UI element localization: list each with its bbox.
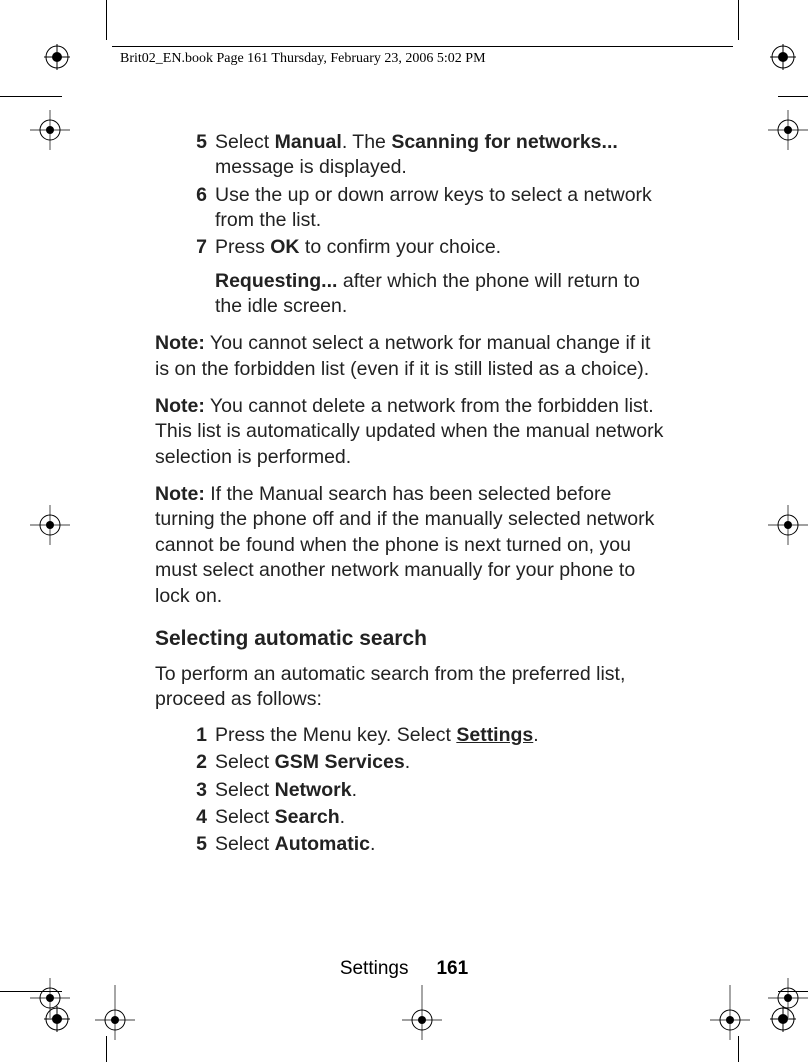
step-text: Select Automatic.	[215, 832, 665, 857]
footer-page-number: 161	[436, 958, 468, 979]
cross-mark-icon	[768, 505, 808, 545]
step-text: Select Search.	[215, 805, 665, 830]
cross-mark-icon	[768, 110, 808, 150]
page-footer: Settings 161	[0, 958, 808, 980]
crop-mark	[738, 0, 739, 40]
step-item: 5 Select Automatic.	[185, 832, 665, 857]
step-number: 6	[185, 183, 207, 234]
section-heading: Selecting automatic search	[155, 625, 665, 652]
step-text: Press OK to confirm your choice.	[215, 235, 665, 260]
step-number: 1	[185, 723, 207, 748]
step-item: 1 Press the Menu key. Select Settings.	[185, 723, 665, 748]
cross-mark-icon	[30, 505, 70, 545]
step-text: Select GSM Services.	[215, 750, 665, 775]
crop-mark	[0, 96, 62, 97]
note-paragraph: Note: If the Manual search has been sele…	[155, 482, 665, 609]
registration-mark-icon	[44, 44, 70, 70]
step-number: 2	[185, 750, 207, 775]
cross-mark-icon	[95, 985, 135, 1040]
step-number: 4	[185, 805, 207, 830]
step-item: 7 Press OK to confirm your choice.	[185, 235, 665, 260]
registration-mark-icon	[770, 44, 796, 70]
crop-mark	[106, 0, 107, 40]
note-paragraph: Note: You cannot delete a network from t…	[155, 394, 665, 470]
step-number: 7	[185, 235, 207, 260]
intro-paragraph: To perform an automatic search from the …	[155, 662, 665, 713]
step-text: Use the up or down arrow keys to select …	[215, 183, 665, 234]
crop-mark	[778, 96, 808, 97]
step-number: 5	[185, 130, 207, 181]
page-content: 5 Select Manual. The Scanning for networ…	[155, 130, 665, 860]
step-number: 5	[185, 832, 207, 857]
cross-mark-icon	[402, 985, 442, 1040]
steps-list-bottom: 1 Press the Menu key. Select Settings. 2…	[185, 723, 665, 858]
step-number: 3	[185, 778, 207, 803]
sub-paragraph: Requesting... after which the phone will…	[215, 269, 665, 320]
step-item: 2 Select GSM Services.	[185, 750, 665, 775]
note-paragraph: Note: You cannot select a network for ma…	[155, 331, 665, 382]
cross-mark-icon	[30, 110, 70, 150]
step-text: Select Manual. The Scanning for networks…	[215, 130, 665, 181]
cross-mark-icon	[710, 985, 750, 1040]
cross-mark-icon	[768, 978, 808, 1018]
steps-list-top: 5 Select Manual. The Scanning for networ…	[185, 130, 665, 261]
footer-section: Settings	[340, 958, 409, 979]
step-item: 5 Select Manual. The Scanning for networ…	[185, 130, 665, 181]
step-item: 4 Select Search.	[185, 805, 665, 830]
running-header: Brit02_EN.book Page 161 Thursday, Februa…	[120, 51, 486, 67]
step-item: 3 Select Network.	[185, 778, 665, 803]
cross-mark-icon	[30, 978, 70, 1018]
step-text: Press the Menu key. Select Settings.	[215, 723, 665, 748]
step-text: Select Network.	[215, 778, 665, 803]
step-item: 6 Use the up or down arrow keys to selec…	[185, 183, 665, 234]
header-rule	[112, 46, 733, 47]
